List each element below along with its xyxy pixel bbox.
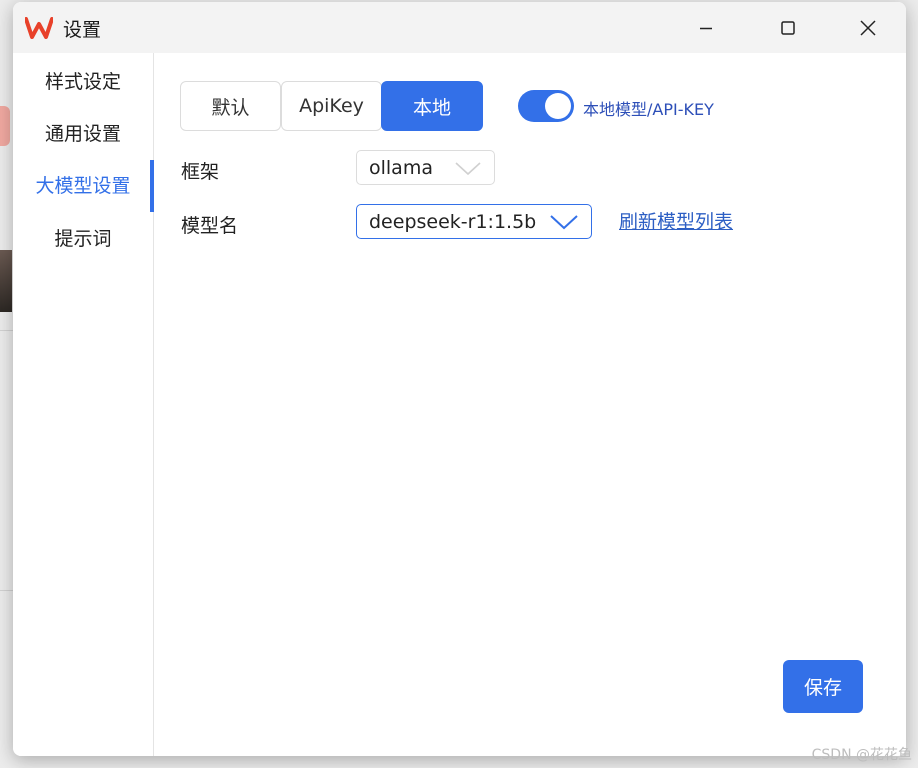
framework-select[interactable]: ollama	[356, 150, 495, 185]
sidebar-item-style[interactable]: 样式设定	[13, 56, 153, 108]
tab-default[interactable]: 默认	[180, 81, 281, 131]
save-button[interactable]: 保存	[783, 660, 863, 713]
minimize-button[interactable]	[681, 2, 731, 53]
local-model-toggle[interactable]	[518, 90, 574, 122]
background-divider	[0, 330, 14, 331]
model-name-value: deepseek-r1:1.5b	[369, 210, 537, 233]
chevron-down-icon	[550, 214, 578, 229]
main-panel: 默认 ApiKey 本地 本地模型/API-KEY 框架 ollama 模型名 …	[154, 53, 906, 756]
model-name-label: 模型名	[181, 215, 239, 237]
refresh-model-list-link[interactable]: 刷新模型列表	[619, 207, 733, 234]
tab-local[interactable]: 本地	[381, 81, 483, 131]
settings-window: 设置 样式设定 通用设置 大模型设置 提示词 默认 ApiKey 本地 本地模型…	[13, 2, 906, 756]
window-title: 设置	[63, 19, 102, 41]
sidebar-item-prompts[interactable]: 提示词	[13, 213, 153, 265]
wps-logo-icon	[25, 17, 53, 39]
sidebar-item-llm-settings[interactable]: 大模型设置	[13, 160, 153, 212]
csdn-watermark: CSDN @花花鱼	[811, 747, 912, 763]
maximize-icon	[781, 20, 795, 35]
toggle-label: 本地模型/API-KEY	[583, 100, 714, 119]
framework-value: ollama	[369, 156, 433, 179]
close-icon	[860, 19, 876, 36]
chevron-down-icon	[455, 161, 481, 175]
toggle-knob	[545, 93, 571, 119]
background-divider	[0, 590, 14, 591]
sidebar: 样式设定 通用设置 大模型设置 提示词	[13, 53, 154, 756]
framework-label: 框架	[181, 161, 220, 183]
sidebar-item-general[interactable]: 通用设置	[13, 108, 153, 160]
close-button[interactable]	[843, 2, 893, 53]
title-bar[interactable]: 设置	[13, 2, 906, 53]
model-name-select[interactable]: deepseek-r1:1.5b	[356, 204, 592, 239]
tab-apikey[interactable]: ApiKey	[281, 81, 382, 131]
background-thumbnail	[0, 250, 12, 312]
background-accent	[0, 106, 10, 146]
maximize-button[interactable]	[763, 2, 813, 53]
minimize-icon	[700, 27, 712, 29]
